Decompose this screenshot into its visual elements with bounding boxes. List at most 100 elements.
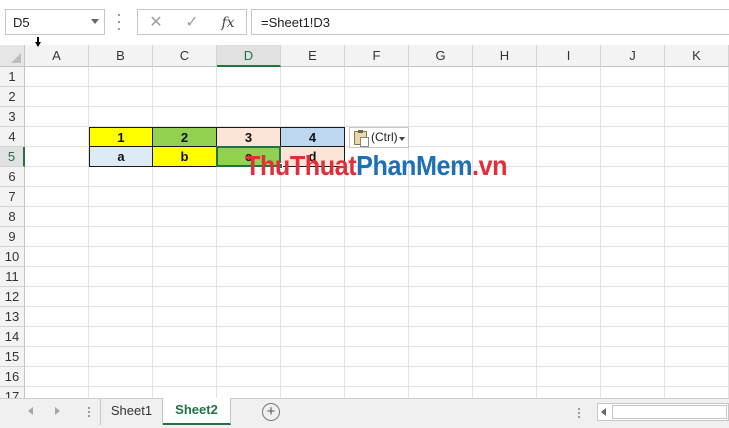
cell-e17[interactable] bbox=[281, 387, 345, 398]
cell-k6[interactable] bbox=[665, 167, 729, 187]
cell-i11[interactable] bbox=[537, 267, 601, 287]
cell-i1[interactable] bbox=[537, 67, 601, 87]
cell-b9[interactable] bbox=[89, 227, 153, 247]
cell-b2[interactable] bbox=[89, 87, 153, 107]
cell-b10[interactable] bbox=[89, 247, 153, 267]
scrollbar-thumb[interactable] bbox=[612, 405, 727, 419]
column-header-h[interactable]: H bbox=[473, 45, 537, 67]
cell-g16[interactable] bbox=[409, 367, 473, 387]
horizontal-scrollbar[interactable] bbox=[597, 403, 729, 421]
select-all-button[interactable] bbox=[0, 45, 25, 67]
cell-d1[interactable] bbox=[217, 67, 281, 87]
cell-f13[interactable] bbox=[345, 307, 409, 327]
cell-f14[interactable] bbox=[345, 327, 409, 347]
worksheet-grid[interactable]: A B C D E F G H I J K 1 2 3 4 1 2 3 4 5 a b c d 6 7 8 9 10 11 12 13 14 15… bbox=[0, 45, 729, 398]
cell-c1[interactable] bbox=[153, 67, 217, 87]
row-header-6[interactable]: 6 bbox=[0, 167, 25, 187]
cell-c4[interactable]: 2 bbox=[153, 127, 217, 147]
column-header-b[interactable]: B bbox=[89, 45, 153, 67]
cell-d4[interactable]: 3 bbox=[217, 127, 281, 147]
cell-g3[interactable] bbox=[409, 107, 473, 127]
cell-i13[interactable] bbox=[537, 307, 601, 327]
cell-i8[interactable] bbox=[537, 207, 601, 227]
row-header-14[interactable]: 14 bbox=[0, 327, 25, 347]
cell-a11[interactable] bbox=[25, 267, 89, 287]
row-header-17[interactable]: 17 bbox=[0, 387, 25, 398]
cell-b16[interactable] bbox=[89, 367, 153, 387]
cell-b14[interactable] bbox=[89, 327, 153, 347]
row-header-11[interactable]: 11 bbox=[0, 267, 25, 287]
cell-e9[interactable] bbox=[281, 227, 345, 247]
cell-a3[interactable] bbox=[25, 107, 89, 127]
cell-c8[interactable] bbox=[153, 207, 217, 227]
cell-e11[interactable] bbox=[281, 267, 345, 287]
tab-sheet2[interactable]: Sheet2 bbox=[163, 398, 231, 425]
row-header-13[interactable]: 13 bbox=[0, 307, 25, 327]
cell-d9[interactable] bbox=[217, 227, 281, 247]
cell-e3[interactable] bbox=[281, 107, 345, 127]
cell-f3[interactable] bbox=[345, 107, 409, 127]
cell-h4[interactable] bbox=[473, 127, 537, 147]
prev-sheet-icon[interactable] bbox=[28, 407, 33, 415]
column-header-g[interactable]: G bbox=[409, 45, 473, 67]
cell-e4[interactable]: 4 bbox=[281, 127, 345, 147]
cell-k3[interactable] bbox=[665, 107, 729, 127]
cell-d2[interactable] bbox=[217, 87, 281, 107]
cell-a13[interactable] bbox=[25, 307, 89, 327]
cell-j11[interactable] bbox=[601, 267, 665, 287]
cell-c15[interactable] bbox=[153, 347, 217, 367]
separator-icon[interactable] bbox=[118, 14, 121, 30]
cell-j12[interactable] bbox=[601, 287, 665, 307]
cell-h16[interactable] bbox=[473, 367, 537, 387]
cell-j4[interactable] bbox=[601, 127, 665, 147]
cell-j5[interactable] bbox=[601, 147, 665, 167]
cell-c9[interactable] bbox=[153, 227, 217, 247]
cell-j7[interactable] bbox=[601, 187, 665, 207]
cell-g12[interactable] bbox=[409, 287, 473, 307]
cell-h15[interactable] bbox=[473, 347, 537, 367]
cell-e7[interactable] bbox=[281, 187, 345, 207]
cell-j2[interactable] bbox=[601, 87, 665, 107]
cell-i7[interactable] bbox=[537, 187, 601, 207]
next-sheet-icon[interactable] bbox=[55, 407, 60, 415]
cell-g17[interactable] bbox=[409, 387, 473, 398]
cell-h10[interactable] bbox=[473, 247, 537, 267]
cell-d15[interactable] bbox=[217, 347, 281, 367]
cell-h7[interactable] bbox=[473, 187, 537, 207]
cell-b3[interactable] bbox=[89, 107, 153, 127]
cell-j15[interactable] bbox=[601, 347, 665, 367]
column-header-i[interactable]: I bbox=[537, 45, 601, 67]
row-header-7[interactable]: 7 bbox=[0, 187, 25, 207]
cell-b7[interactable] bbox=[89, 187, 153, 207]
cell-a12[interactable] bbox=[25, 287, 89, 307]
cell-e13[interactable] bbox=[281, 307, 345, 327]
cell-f12[interactable] bbox=[345, 287, 409, 307]
cell-c3[interactable] bbox=[153, 107, 217, 127]
row-header-8[interactable]: 8 bbox=[0, 207, 25, 227]
tab-separator-icon[interactable] bbox=[88, 407, 90, 417]
cell-b1[interactable] bbox=[89, 67, 153, 87]
column-header-d[interactable]: D bbox=[217, 45, 281, 67]
cell-a6[interactable] bbox=[25, 167, 89, 187]
cell-h14[interactable] bbox=[473, 327, 537, 347]
cell-f2[interactable] bbox=[345, 87, 409, 107]
cell-d17[interactable] bbox=[217, 387, 281, 398]
cell-i6[interactable] bbox=[537, 167, 601, 187]
cell-h11[interactable] bbox=[473, 267, 537, 287]
cell-c6[interactable] bbox=[153, 167, 217, 187]
cell-c17[interactable] bbox=[153, 387, 217, 398]
cell-g14[interactable] bbox=[409, 327, 473, 347]
cell-i10[interactable] bbox=[537, 247, 601, 267]
cell-e12[interactable] bbox=[281, 287, 345, 307]
cell-d14[interactable] bbox=[217, 327, 281, 347]
cell-k12[interactable] bbox=[665, 287, 729, 307]
cell-j6[interactable] bbox=[601, 167, 665, 187]
cell-b17[interactable] bbox=[89, 387, 153, 398]
cell-g15[interactable] bbox=[409, 347, 473, 367]
cell-c11[interactable] bbox=[153, 267, 217, 287]
cell-e16[interactable] bbox=[281, 367, 345, 387]
cell-j17[interactable] bbox=[601, 387, 665, 398]
cell-a4[interactable] bbox=[25, 127, 89, 147]
column-header-c[interactable]: C bbox=[153, 45, 217, 67]
cell-a5[interactable] bbox=[25, 147, 89, 167]
